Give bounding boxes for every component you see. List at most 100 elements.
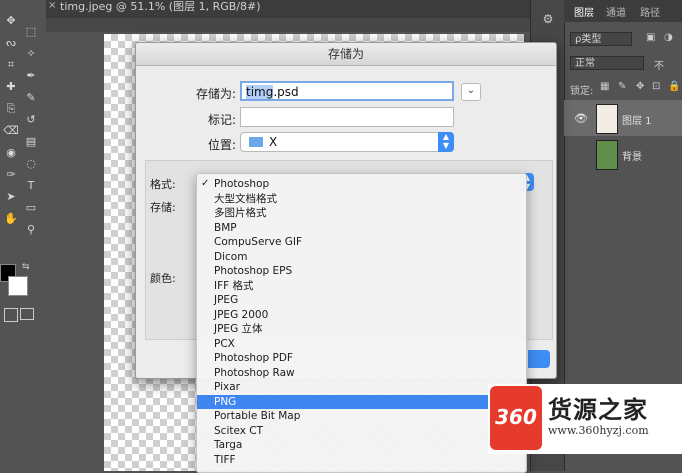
format-option-label: CompuServe GIF (214, 236, 303, 248)
format-option-label: 多图片格式 (214, 207, 267, 219)
screen-mode-icon[interactable] (20, 308, 34, 320)
layer-row[interactable]: 👁 图层 1 (564, 100, 682, 136)
filter-adjust-icon[interactable]: ◑ (664, 32, 673, 43)
pen-icon[interactable]: ✑ (2, 168, 20, 182)
tags-input[interactable] (240, 107, 454, 127)
layer-name: 图层 1 (622, 116, 652, 127)
location-value: X (269, 135, 278, 149)
opacity-label: 不 (654, 61, 664, 72)
format-option-label: Targa (214, 439, 243, 451)
blend-mode-select[interactable]: 正常 (570, 56, 644, 70)
filename-selection: timg (246, 85, 274, 99)
marquee-icon[interactable]: ⬚ (22, 25, 40, 39)
quick-mask-icon[interactable] (4, 308, 18, 322)
tags-label: 标记: (207, 113, 236, 127)
stamp-icon[interactable]: ⎘ (2, 102, 20, 116)
format-option[interactable]: Portable Bit Map (197, 409, 526, 424)
format-dropdown-menu[interactable]: ✓ Photoshop 大型文档格式 多图片格式 BMP CompuServe GIF Di… (196, 173, 527, 473)
format-option[interactable]: ✓ Photoshop (197, 177, 526, 192)
format-option[interactable]: CompuServe GIF (197, 235, 526, 250)
format-option[interactable]: Scitex CT (197, 424, 526, 439)
zoom-icon[interactable]: ⚲ (22, 223, 40, 237)
layer-filter-select[interactable]: ρ类型 (570, 32, 632, 46)
format-option[interactable]: Photoshop EPS (197, 264, 526, 279)
crop-icon[interactable]: ⌗ (2, 58, 20, 72)
expand-dialog-button[interactable]: ⌄ (461, 83, 481, 101)
format-option[interactable]: JPEG (197, 293, 526, 308)
history-brush-icon[interactable]: ↺ (22, 113, 40, 127)
close-tab-icon[interactable]: × (48, 0, 56, 11)
save-as-input[interactable]: timg.psd (240, 81, 454, 101)
location-select[interactable]: X ▲ ▼ (240, 132, 454, 152)
format-option[interactable]: BMP (197, 221, 526, 236)
format-option[interactable]: Photoshop Raw (197, 366, 526, 381)
format-option-label: Photoshop EPS (214, 265, 293, 277)
lock-pixels-icon[interactable]: ▦ (600, 81, 609, 92)
format-option-label: 大型文档格式 (214, 192, 277, 205)
eyedropper-icon[interactable]: ✒ (22, 69, 40, 83)
format-option[interactable]: TIFF (197, 453, 526, 468)
visibility-eye-icon[interactable]: 👁 (574, 112, 588, 125)
layer-thumbnail (596, 140, 618, 170)
format-option[interactable]: Targa (197, 438, 526, 453)
format-option[interactable]: PCX (197, 337, 526, 352)
tab-paths[interactable]: 路径 (640, 4, 660, 19)
save-as-label: 存储为: (195, 87, 236, 101)
format-option[interactable]: Pixar (197, 380, 526, 395)
format-option[interactable]: PNG (197, 394, 526, 409)
format-option-label: PCX (214, 337, 235, 350)
save-button[interactable] (528, 350, 550, 368)
chevron-updown-icon: ▲ ▼ (438, 132, 454, 152)
format-option-label: IFF 格式 (214, 279, 254, 292)
swap-colors-icon[interactable]: ⇆ (22, 262, 30, 272)
gradient-icon[interactable]: ▤ (22, 135, 40, 149)
blur-icon[interactable]: ◉ (2, 146, 20, 160)
brush-icon[interactable]: ✎ (22, 91, 40, 105)
adjustments-icon[interactable]: ⚙ (540, 12, 556, 28)
format-option[interactable]: 多图片格式 (197, 206, 526, 221)
format-option-label: JPEG (214, 294, 239, 306)
lock-all-icon[interactable]: 🔒 (668, 81, 680, 92)
lock-position-icon[interactable]: ✥ (636, 81, 644, 92)
filter-image-icon[interactable]: ▣ (646, 32, 655, 43)
format-option[interactable]: JPEG 立体 (197, 322, 526, 337)
lock-brush-icon[interactable]: ✎ (618, 81, 626, 92)
format-option-label: BMP (214, 221, 237, 234)
tab-layers[interactable]: 图层 (574, 4, 594, 19)
checkmark-icon: ✓ (201, 178, 210, 189)
format-option[interactable]: Dicom (197, 250, 526, 265)
format-option-label: TIFF (214, 453, 236, 466)
healing-icon[interactable]: ✚ (2, 80, 20, 94)
watermark-url: www.360hyzj.com (548, 424, 649, 437)
format-option[interactable]: 大型文档格式 (197, 192, 526, 207)
lasso-icon[interactable]: ᔓ (2, 36, 20, 50)
magic-wand-icon[interactable]: ✧ (22, 47, 40, 61)
format-label: 格式: (150, 178, 176, 191)
dodge-icon[interactable]: ◌ (22, 157, 40, 171)
layer-name: 背景 (622, 152, 642, 163)
hand-icon[interactable]: ✋ (2, 212, 20, 226)
tab-channels[interactable]: 通道 (606, 4, 626, 19)
format-option-label: JPEG 2000 (214, 308, 269, 321)
format-option[interactable]: IFF 格式 (197, 279, 526, 294)
filename-extension: .psd (273, 85, 299, 99)
format-option[interactable]: JPEG 2000 (197, 308, 526, 323)
format-option-label: Photoshop PDF (214, 352, 293, 364)
format-option[interactable]: Photoshop PDF (197, 351, 526, 366)
save-options-label: 存储: (150, 201, 176, 214)
rectangle-icon[interactable]: ▭ (22, 201, 40, 215)
type-icon[interactable]: T (22, 179, 40, 193)
move-icon[interactable]: ✥ (2, 14, 20, 28)
watermark-title: 货源之家 (548, 395, 648, 424)
eraser-icon[interactable]: ⌫ (2, 124, 20, 138)
background-color-swatch[interactable] (8, 276, 28, 296)
lock-artboard-icon[interactable]: ⊡ (652, 81, 660, 92)
color-label: 颜色: (150, 272, 176, 285)
layers-panel-tabs: 图层 通道 路径 (564, 0, 682, 22)
layer-row[interactable]: 背景 (564, 136, 682, 172)
location-label: 位置: (207, 138, 236, 152)
document-tab[interactable]: timg.jpeg @ 51.1% (图层 1, RGB/8#) (60, 0, 261, 18)
format-option-label: Dicom (214, 250, 248, 263)
path-select-icon[interactable]: ➤ (2, 190, 20, 204)
lock-label: 锁定: (570, 86, 594, 97)
